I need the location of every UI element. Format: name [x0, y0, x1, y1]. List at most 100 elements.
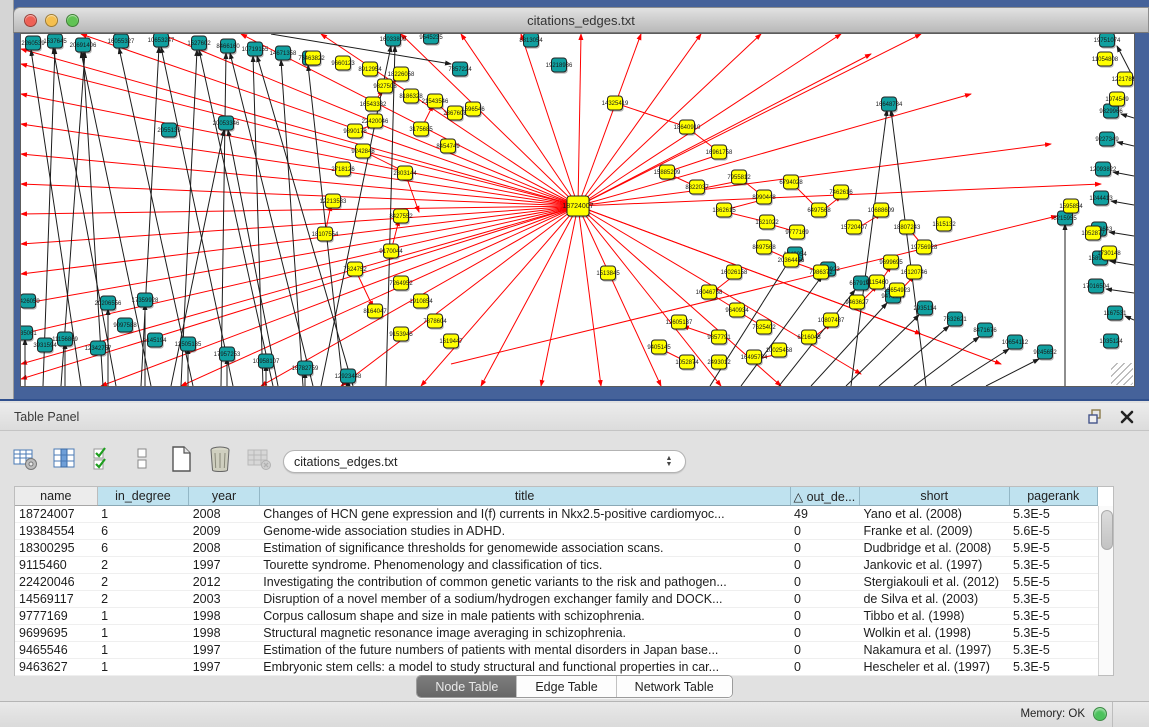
table-cell: 2003	[189, 591, 260, 608]
table-cell: 2	[97, 557, 189, 574]
table-cell: 5.5E-5	[1009, 574, 1098, 591]
delete-table-button[interactable]	[205, 443, 235, 475]
graph-node-label: 1052874	[675, 360, 699, 366]
graph-node-label: 20053346	[213, 121, 240, 127]
column-header-pagerank[interactable]: pagerank	[1009, 487, 1098, 506]
graph-node-label: 10688609	[868, 208, 895, 214]
graph-node-label: 9463627	[845, 300, 869, 306]
graph-node-label: 1596546	[461, 107, 485, 113]
table-row[interactable]: 2242004622012Investigating the contribut…	[15, 574, 1098, 591]
column-header-title[interactable]: title	[259, 487, 790, 506]
graph-node-label: 9890178	[343, 129, 367, 135]
panel-title: Table Panel	[14, 410, 79, 424]
column-header-name[interactable]: name	[15, 487, 97, 506]
graph-node-label: 9227349	[1095, 137, 1119, 143]
table-cell: 0	[790, 642, 859, 659]
tab-node-table[interactable]: Node Table	[417, 676, 517, 697]
tab-edge-table[interactable]: Edge Table	[517, 676, 616, 697]
close-panel-icon[interactable]	[1118, 408, 1135, 425]
graph-node-label: 1910854	[409, 299, 433, 305]
graph-node-label: 14671358	[270, 51, 297, 57]
graph-node-label: 1035124	[1099, 339, 1123, 345]
table-cell: 5.6E-5	[1009, 523, 1098, 540]
select-all-button[interactable]	[88, 443, 118, 475]
attribute-table: namein_degreeyeartitle△ out_de...shortpa…	[15, 487, 1098, 676]
table-row[interactable]: 911546021997Tourette syndrome. Phenomeno…	[15, 557, 1098, 574]
table-selector-combo[interactable]: citations_edges.txt ▲▼	[283, 450, 686, 473]
graph-node-label: 12505135	[175, 342, 202, 348]
import-table-disabled-button[interactable]	[244, 443, 274, 475]
resize-grip[interactable]	[1111, 363, 1133, 385]
new-document-button[interactable]	[166, 443, 196, 475]
table-cell: Estimation of the future numbers of pati…	[259, 642, 790, 659]
node-table: namein_degreeyeartitle△ out_de...shortpa…	[14, 486, 1114, 676]
table-cell: 6	[97, 523, 189, 540]
table-cell: 5.3E-5	[1009, 591, 1098, 608]
graph-node-label: 8471676	[973, 328, 997, 334]
graph-node-label: 2260539	[21, 41, 45, 47]
table-cell: 9777169	[15, 608, 97, 625]
column-header-in_degree[interactable]: in_degree	[97, 487, 189, 506]
tab-network-table[interactable]: Network Table	[617, 676, 732, 697]
graph-node-label: 21543546	[422, 99, 449, 105]
graph-node-label: 1167531	[1104, 311, 1128, 317]
table-row[interactable]: 969969511998Structural magnetic resonanc…	[15, 625, 1098, 642]
table-panel-header: Table Panel	[0, 403, 1149, 431]
graph-node-label: 2935114	[914, 306, 938, 312]
graph-node-label: 17957253	[214, 352, 241, 358]
table-cell: Yano et al. (2008)	[859, 506, 1009, 523]
column-header-short[interactable]: short	[859, 487, 1009, 506]
table-cell: 5.3E-5	[1009, 506, 1098, 523]
graph-node-label: 1619447	[439, 339, 463, 345]
graph-node-label: 20364456	[778, 258, 805, 264]
table-row[interactable]: 1938455462009Genome-wide association stu…	[15, 523, 1098, 540]
graph-node-label: 12605137	[666, 320, 693, 326]
scrollbar-thumb[interactable]	[1101, 510, 1113, 550]
graph-node-label: 1974549	[1105, 97, 1129, 103]
graph-node-label: 9405145	[647, 345, 671, 351]
table-row[interactable]: 1830029562008Estimation of significance …	[15, 540, 1098, 557]
graph-node-label: 7878604	[423, 319, 447, 325]
table-cell: Stergiakouli et al. (2012)	[859, 574, 1009, 591]
table-cell: 0	[790, 574, 859, 591]
float-panel-icon[interactable]	[1087, 408, 1104, 425]
network-canvas[interactable]: 2260539153764520691406160553271065324715…	[20, 33, 1135, 387]
table-cell: 1998	[189, 625, 260, 642]
table-cell: 49	[790, 506, 859, 523]
table-row[interactable]: 1872400712008Changes of HCN gene express…	[15, 506, 1098, 523]
network-window-titlebar[interactable]: citations_edges.txt	[13, 7, 1149, 33]
graph-node-label: 7857224	[448, 67, 472, 73]
table-cell: 5.3E-5	[1009, 608, 1098, 625]
column-header-out_degree[interactable]: △ out_de...	[790, 487, 859, 506]
graph-node-label: 6794028	[779, 180, 803, 186]
table-row[interactable]: 946554611997Estimation of the future num…	[15, 642, 1098, 659]
graph-node-label: 9329966	[1099, 109, 1123, 115]
table-cell: Investigating the contribution of common…	[259, 574, 790, 591]
clear-selection-button[interactable]	[127, 443, 157, 475]
show-columns-button[interactable]	[49, 443, 79, 475]
table-scrollbar[interactable]	[1098, 506, 1113, 675]
graph-node-label: 2718126	[331, 167, 355, 173]
table-cell: 2008	[189, 506, 260, 523]
combo-stepper-icon: ▲▼	[657, 456, 685, 468]
graph-node-label: 16055327	[108, 39, 135, 45]
table-row[interactable]: 946362711997Embryonic stem cells: a mode…	[15, 659, 1098, 676]
graph-node-label: 9153945	[389, 332, 413, 338]
network-graph[interactable]: 2260539153764520691406160553271065324715…	[21, 34, 1134, 386]
memory-indicator[interactable]	[1093, 707, 1107, 721]
table-cell: 1	[97, 608, 189, 625]
table-toolbar: f(x)	[10, 439, 313, 479]
graph-node-label: 13654923	[884, 288, 911, 294]
graph-node-label: 8497568	[752, 245, 776, 251]
graph-node-label: 16648784	[876, 102, 903, 108]
graph-node-label: 20206556	[95, 301, 122, 307]
column-header-year[interactable]: year	[189, 487, 260, 506]
table-row[interactable]: 977716911998Corpus callosum shape and si…	[15, 608, 1098, 625]
table-row[interactable]: 1456911722003Disruption of a novel membe…	[15, 591, 1098, 608]
table-cell: 6	[97, 540, 189, 557]
table-cell: Hescheler et al. (1997)	[859, 659, 1009, 676]
table-settings-button[interactable]	[10, 443, 40, 475]
graph-node-label: 9857791	[707, 335, 731, 341]
graph-node-label: 3175685	[409, 127, 433, 133]
graph-node-label: 2426059	[21, 299, 40, 305]
